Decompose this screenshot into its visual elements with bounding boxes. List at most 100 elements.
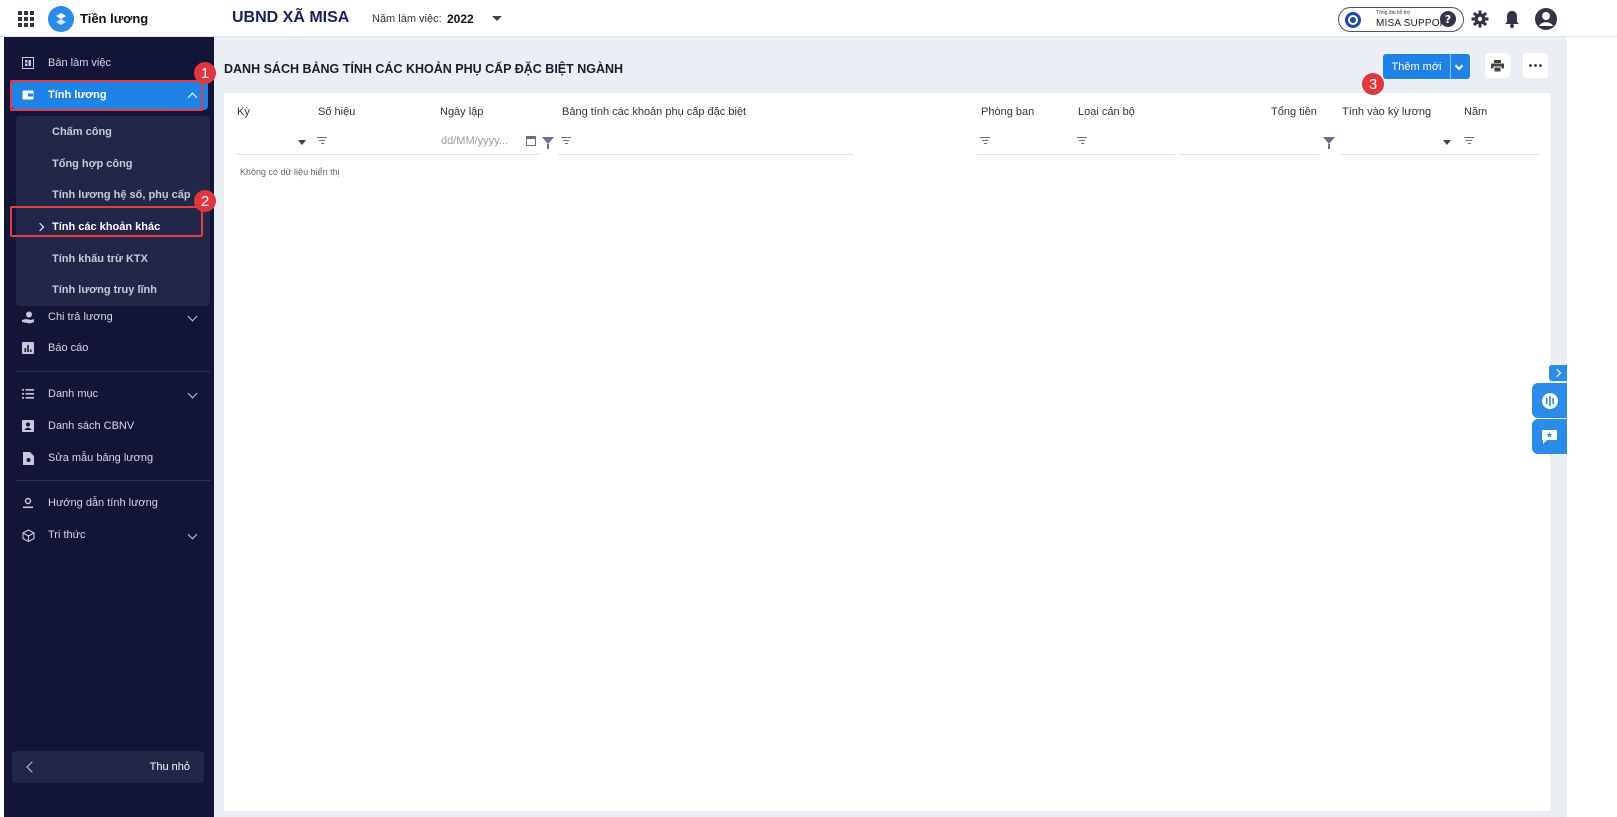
submenu-item-dormitory-deduction[interactable]: Tính khấu trừ KTX [16, 244, 210, 274]
submenu-item-label: Chấm công [52, 126, 112, 138]
more-options-button[interactable] [1523, 53, 1548, 78]
expand-side-panel-button[interactable] [1549, 365, 1567, 381]
filter-underline [977, 154, 1175, 155]
hand-coin-icon [21, 310, 35, 324]
sidebar-item-label: Chi trả lương [48, 311, 113, 323]
notification-bell-icon[interactable] [1502, 9, 1522, 29]
app-launcher-icon[interactable] [18, 11, 34, 27]
app-name: Tiền lương [80, 11, 149, 26]
sidebar-item-label: Danh sách CBNV [48, 420, 135, 432]
payroll-period-dropdown-icon[interactable] [1443, 140, 1451, 145]
step-badge-3: 3 [1362, 73, 1384, 95]
filter-underline [558, 154, 854, 155]
empty-state-text: Không có dữ liệu hiển thị [240, 167, 340, 177]
sidebar-item-label: Hướng dẫn tính lương [48, 497, 158, 509]
add-new-label: Thêm mới [1391, 60, 1442, 73]
funnel-filter-icon[interactable] [1323, 137, 1335, 149]
sidebar-item-dashboard[interactable]: Bàn làm việc [12, 48, 208, 78]
list-icon [21, 387, 35, 401]
report-chart-icon [21, 341, 35, 355]
sidebar-item-reports[interactable]: Báo cáo [12, 333, 208, 363]
step-badge-2: 2 [194, 190, 216, 212]
collapse-label: Thu nhỏ [149, 761, 190, 773]
sidebar-item-salary-payment[interactable]: Chi trả lương [12, 302, 208, 332]
collapse-sidebar-button[interactable]: Thu nhỏ [12, 751, 204, 783]
filter-underline [236, 154, 540, 155]
chevron-down-icon [187, 311, 198, 322]
settings-gear-icon[interactable] [1470, 9, 1490, 29]
app-logo-icon [48, 6, 74, 32]
support-caption: Tổng đài hỗ trợ [1376, 10, 1411, 16]
voice-assistant-icon [1541, 392, 1558, 409]
column-header-doc-number[interactable]: Số hiệu [318, 106, 355, 118]
sidebar-item-label: Bàn làm việc [48, 57, 111, 69]
dashboard-icon [21, 56, 35, 70]
filter-underline [1179, 154, 1319, 155]
column-header-department[interactable]: Phòng ban [981, 106, 1034, 118]
sidebar-divider [16, 371, 210, 372]
sidebar-item-employee-list[interactable]: Danh sách CBNV [12, 411, 208, 441]
submenu-item-label: Tổng hợp công [52, 158, 133, 170]
support-phone-icon [1345, 12, 1361, 28]
sidebar-item-label: Báo cáo [48, 342, 89, 354]
column-header-payroll-period[interactable]: Tính vào kỳ lương [1342, 106, 1431, 118]
printer-icon [1491, 59, 1504, 72]
add-options-dropdown-icon[interactable] [1454, 61, 1464, 71]
funnel-filter-icon[interactable] [542, 137, 554, 149]
highlight-box-payroll [10, 80, 203, 111]
calendar-icon[interactable] [526, 136, 536, 146]
svg-text:?: ? [1445, 13, 1451, 26]
print-button[interactable] [1485, 53, 1510, 78]
split-divider [1450, 54, 1451, 79]
sidebar-item-edit-payroll-template[interactable]: Sửa mẫu bảng lương [12, 443, 208, 473]
column-header-period[interactable]: Kỳ [237, 106, 250, 118]
chevron-down-icon [187, 388, 198, 399]
created-date-filter-input[interactable]: dd/MM/yyyy... [441, 135, 508, 147]
contact-card-icon [21, 419, 35, 433]
document-edit-icon [21, 451, 35, 465]
submenu-item-timekeeping[interactable]: Chấm công [16, 117, 210, 147]
sidebar-item-categories[interactable]: Danh mục [12, 379, 208, 409]
filter-lines-icon[interactable] [317, 137, 327, 145]
working-year-value[interactable]: 2022 [447, 12, 474, 26]
chat-feedback-icon [1542, 429, 1557, 444]
filter-underline [1341, 154, 1539, 155]
feedback-button[interactable] [1532, 419, 1567, 454]
add-new-button[interactable]: Thêm mới [1383, 54, 1470, 79]
working-year-label: Năm làm việc: [372, 13, 442, 25]
cube-icon [21, 528, 35, 542]
column-header-total-amount[interactable]: Tổng tiền [1271, 106, 1317, 118]
sidebar-item-payroll-guide[interactable]: Hướng dẫn tính lương [12, 488, 208, 518]
filter-lines-icon[interactable] [1077, 137, 1087, 145]
voice-assistant-button[interactable] [1532, 383, 1567, 418]
submenu-item-label: Tính khấu trừ KTX [52, 253, 148, 265]
submenu-item-retroactive-salary[interactable]: Tính lương truy lĩnh [16, 275, 210, 305]
column-header-created-date[interactable]: Ngày lập [440, 106, 483, 118]
column-header-allowance-sheet[interactable]: Bảng tính các khoản phụ cấp đặc biệt [562, 106, 746, 118]
main-content: DANH SÁCH BẢNG TÍNH CÁC KHOẢN PHỤ CẤP ĐẶ… [214, 37, 1567, 817]
help-icon[interactable]: ? [1438, 9, 1458, 29]
sidebar-item-label: Danh mục [48, 388, 99, 400]
submenu-item-timesheet-summary[interactable]: Tổng hợp công [16, 149, 210, 179]
sidebar: Bàn làm việc Tính lương Chấm công Tổng h… [4, 37, 214, 817]
submenu-item-label: Tính lương hệ số, phụ cấp [52, 189, 191, 201]
filter-lines-icon[interactable] [1464, 137, 1474, 145]
sidebar-divider [16, 480, 210, 481]
working-year-dropdown-icon[interactable] [492, 16, 502, 21]
column-header-staff-type[interactable]: Loại cán bộ [1078, 106, 1135, 118]
column-header-year[interactable]: Năm [1464, 106, 1487, 118]
user-guide-icon [21, 496, 35, 510]
top-bar: Tiền lương UBND XÃ MISA Năm làm việc: 20… [0, 0, 1617, 37]
period-filter-dropdown-icon[interactable] [298, 140, 306, 145]
sidebar-item-label: Tri thức [48, 529, 86, 541]
sidebar-item-knowledge[interactable]: Tri thức [12, 520, 208, 550]
more-horizontal-icon [1529, 64, 1542, 67]
filter-lines-icon[interactable] [980, 137, 990, 145]
filter-lines-icon[interactable] [561, 137, 571, 145]
chevron-left-icon [26, 761, 38, 773]
user-avatar-icon[interactable] [1534, 7, 1558, 31]
page-title: DANH SÁCH BẢNG TÍNH CÁC KHOẢN PHỤ CẤP ĐẶ… [224, 62, 624, 76]
chevron-down-icon [187, 529, 198, 540]
highlight-box-other-allowances [10, 206, 203, 237]
sidebar-item-label: Sửa mẫu bảng lương [48, 452, 154, 464]
